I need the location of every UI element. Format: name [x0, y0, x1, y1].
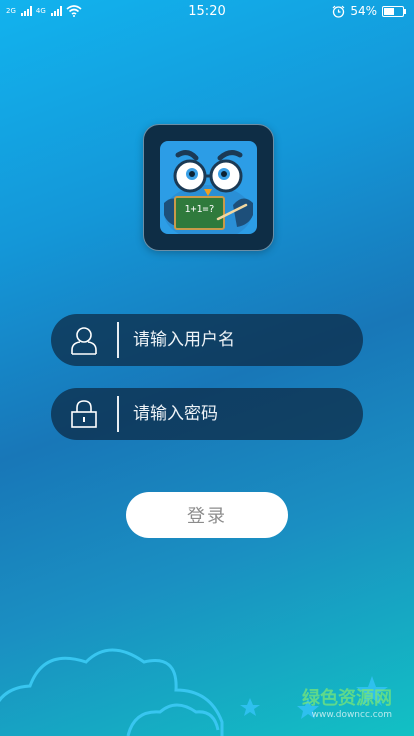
username-input[interactable]: [133, 330, 363, 350]
battery-icon: [382, 5, 406, 17]
status-bar: 2G 4G 15:20 54%: [0, 0, 414, 22]
star-icon: [240, 698, 260, 716]
network-type-label: 4G: [35, 6, 46, 15]
password-field[interactable]: [51, 388, 363, 440]
signal-icon: [20, 6, 32, 16]
password-input[interactable]: [133, 404, 363, 424]
login-button[interactable]: 登录: [126, 492, 288, 538]
field-divider: [117, 396, 119, 432]
battery-level-fill: [384, 7, 394, 15]
blackboard-text: 1+1=?: [184, 204, 215, 215]
field-divider: [117, 322, 119, 358]
status-bar-left: 2G 4G: [0, 5, 82, 17]
wifi-icon: [66, 5, 82, 17]
status-bar-right: 54%: [332, 4, 414, 18]
watermark-title: 绿色资源网: [302, 688, 392, 709]
user-icon: [51, 314, 117, 366]
alarm-icon: [332, 5, 345, 18]
app-logo: 1+1=?: [143, 124, 274, 251]
owl-teacher-logo: 1+1=?: [160, 141, 257, 234]
network-type-label: 2G: [6, 6, 16, 15]
username-field[interactable]: [51, 314, 363, 366]
signal-icon: [50, 6, 62, 16]
battery-percent: 54%: [350, 4, 377, 18]
lock-icon: [51, 388, 117, 440]
owl-teacher-illustration: [164, 150, 253, 234]
watermark: 绿色资源网 www.downcc.com: [302, 684, 392, 720]
watermark-url: www.downcc.com: [311, 710, 392, 720]
